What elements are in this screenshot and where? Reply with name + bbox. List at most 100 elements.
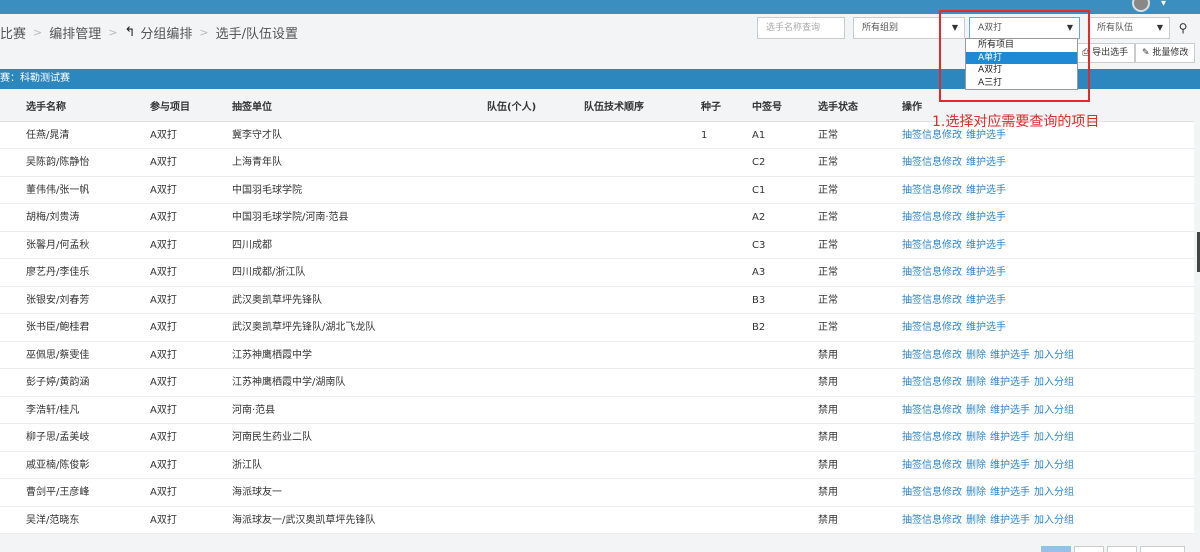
edit-draw-link[interactable]: 抽签信息修改 [902,130,962,141]
cell-name: 巫佩思/蔡雯佳 [26,349,90,361]
cell-status: 禁用 [818,459,838,471]
edit-draw-link[interactable]: 抽签信息修改 [902,267,962,278]
maintain-player-link[interactable]: 维护选手 [966,212,1006,223]
cell-unit: 海派球友一/武汉奥凯草坪先锋队 [232,514,376,526]
edit-draw-link[interactable]: 抽签信息修改 [902,432,962,443]
edit-draw-link[interactable]: 抽签信息修改 [902,487,962,498]
team-select-value: 所有队伍 [1097,23,1134,33]
maintain-player-link[interactable]: 维护选手 [966,322,1006,333]
pagination-page[interactable] [1074,546,1104,552]
add-to-group-link[interactable]: 加入分组 [1034,405,1074,416]
maintain-player-link[interactable]: 维护选手 [966,185,1006,196]
row-actions: 抽签信息修改 维护选手 [902,314,1010,341]
maintain-player-link[interactable]: 维护选手 [990,405,1030,416]
event-option[interactable]: A双打 [966,64,1077,77]
delete-link[interactable]: 删除 [966,515,986,526]
maintain-player-link[interactable]: 维护选手 [990,460,1030,471]
edit-draw-link[interactable]: 抽签信息修改 [902,377,962,388]
cell-unit: 四川成都 [232,239,272,251]
cell-event: A双打 [150,377,177,388]
cell-status: 正常 [818,267,838,278]
edit-draw-link[interactable]: 抽签信息修改 [902,240,962,251]
cell-status: 禁用 [818,404,838,416]
column-header-unit: 抽签单位 [232,102,272,113]
maintain-player-link[interactable]: 维护选手 [990,350,1030,361]
add-to-group-link[interactable]: 加入分组 [1034,350,1074,361]
add-to-group-link[interactable]: 加入分组 [1034,515,1074,526]
event-select-value: A双打 [978,23,1003,33]
edit-draw-link[interactable]: 抽签信息修改 [902,350,962,361]
table-body: 任燕/晁清 A双打 冀李守才队 1 A1 正常 抽签信息修改 维护选手 吴陈韵/陈静怡 A双打 上海… [0,121,1194,534]
maintain-player-link[interactable]: 维护选手 [966,130,1006,141]
chevron-down-icon: ▼ [1066,23,1073,32]
maintain-player-link[interactable]: 维护选手 [966,157,1006,168]
column-header-order: 队伍技术顺序 [584,102,644,113]
delete-link[interactable]: 删除 [966,405,986,416]
cell-status: 正常 [818,294,838,306]
back-arrow-icon[interactable]: ↰ [124,25,135,40]
edit-draw-link[interactable]: 抽签信息修改 [902,185,962,196]
delete-link[interactable]: 删除 [966,460,986,471]
edit-draw-link[interactable]: 抽签信息修改 [902,405,962,416]
cell-status: 正常 [818,239,838,251]
batch-edit-button[interactable]: ✎ 批量修改 [1135,43,1196,63]
event-select[interactable]: A双打 ▼ [969,17,1080,39]
maintain-player-link[interactable]: 维护选手 [966,295,1006,306]
edit-draw-link[interactable]: 抽签信息修改 [902,322,962,333]
cell-draw: B2 [752,322,766,333]
cell-unit: 四川成都/浙江队 [232,267,306,278]
maintain-player-link[interactable]: 维护选手 [966,240,1006,251]
cell-name: 李浩轩/桂凡 [26,404,80,416]
players-table: 选手名称 参与项目 抽签单位 队伍(个人) 队伍技术顺序 种子 中签号 选手状态… [0,94,1194,534]
cell-name: 彭子婷/黄韵涵 [26,377,90,388]
cell-event: A双打 [150,459,177,471]
edit-draw-link[interactable]: 抽签信息修改 [902,157,962,168]
chevron-down-icon: ▼ [951,23,958,32]
export-players-button[interactable]: ⎙ 导出选手 [1075,43,1136,63]
search-icon[interactable]: ⚲ [1172,17,1194,39]
pagination-next[interactable] [1140,546,1185,552]
cell-event: A双打 [150,432,177,443]
edit-icon: ✎ [1142,48,1150,58]
edit-draw-link[interactable]: 抽签信息修改 [902,212,962,223]
table-row: 廖艺丹/李佳乐 A双打 四川成都/浙江队 A3 正常 抽签信息修改 维护选手 [0,259,1194,287]
chevron-down-icon[interactable]: ▾ [1161,0,1166,9]
add-to-group-link[interactable]: 加入分组 [1034,460,1074,471]
maintain-player-link[interactable]: 维护选手 [990,515,1030,526]
add-to-group-link[interactable]: 加入分组 [1034,487,1074,498]
player-search-input[interactable]: 选手名称查询 [757,17,845,39]
add-to-group-link[interactable]: 加入分组 [1034,377,1074,388]
team-select[interactable]: 所有队伍 ▼ [1088,17,1170,39]
breadcrumb-level2[interactable]: 分组编排 [140,23,192,42]
pagination-page[interactable] [1107,546,1137,552]
event-option[interactable]: A三打 [966,77,1077,90]
cell-event: A双打 [150,487,177,498]
cell-unit: 河南民生药业二队 [232,432,312,443]
cell-event: A双打 [150,212,177,223]
delete-link[interactable]: 删除 [966,487,986,498]
edit-draw-link[interactable]: 抽签信息修改 [902,460,962,471]
maintain-player-link[interactable]: 维护选手 [990,377,1030,388]
breadcrumb-level1[interactable]: 编排管理 [49,23,101,42]
delete-link[interactable]: 删除 [966,432,986,443]
edit-draw-link[interactable]: 抽签信息修改 [902,295,962,306]
column-header-ops: 操作 [902,102,922,113]
delete-link[interactable]: 删除 [966,377,986,388]
maintain-player-link[interactable]: 维护选手 [990,487,1030,498]
pagination-page[interactable] [1041,546,1071,552]
row-actions: 抽签信息修改 维护选手 [902,287,1010,314]
maintain-player-link[interactable]: 维护选手 [990,432,1030,443]
maintain-player-link[interactable]: 维护选手 [966,267,1006,278]
event-option[interactable]: 所有项目 [966,39,1077,52]
event-option-selected[interactable]: A单打 [966,51,1077,64]
edit-draw-link[interactable]: 抽签信息修改 [902,515,962,526]
cell-unit: 中国羽毛球学院 [232,184,302,196]
add-to-group-link[interactable]: 加入分组 [1034,432,1074,443]
cell-event: A双打 [150,157,177,168]
cell-name: 任燕/晁清 [26,129,70,141]
group-select[interactable]: 所有组别 ▼ [853,17,965,39]
cell-draw: A3 [752,267,766,278]
column-header-name: 选手名称 [26,102,66,113]
breadcrumb-root[interactable]: 比赛 [0,23,26,42]
delete-link[interactable]: 删除 [966,350,986,361]
